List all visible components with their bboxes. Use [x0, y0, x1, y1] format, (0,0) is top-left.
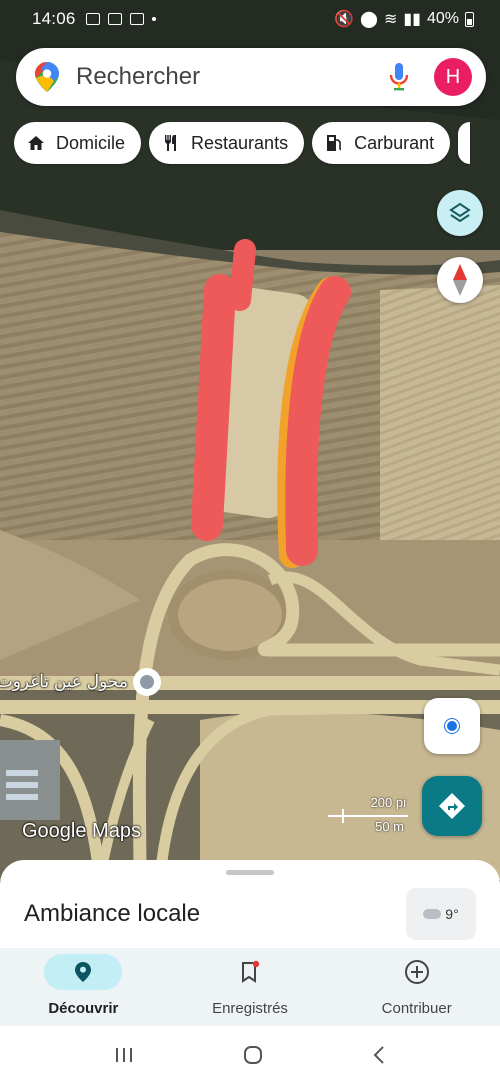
nav-contribute[interactable]: Contribuer [333, 948, 500, 1026]
chip-restaurants[interactable]: Restaurants [149, 122, 305, 164]
status-time: 14:06 [32, 9, 76, 28]
chip-label: Restaurants [191, 132, 289, 153]
nav-pill [211, 954, 289, 990]
sheet-title: Ambiance locale [24, 900, 201, 927]
parking-icon [107, 13, 122, 25]
chip-more[interactable] [458, 122, 471, 164]
more-notifications-icon [151, 17, 156, 21]
location-icon: ⬤ [360, 11, 378, 28]
sheet-drag-handle[interactable] [226, 870, 274, 875]
home-button-icon[interactable] [242, 1044, 264, 1066]
place-marker[interactable] [133, 668, 161, 696]
bottom-sheet[interactable]: Ambiance locale 9° [0, 860, 500, 950]
chip-label: Carburant [354, 132, 435, 153]
mute-icon: 🔇 [334, 11, 355, 28]
fork-knife-icon [165, 135, 177, 151]
location-dot-icon [445, 719, 459, 733]
scale-tick [342, 809, 344, 823]
place-label[interactable]: محول عين تاغروت [0, 672, 128, 692]
map-scale: 200 pi 50 m [328, 793, 408, 839]
gallery-icon [85, 13, 100, 25]
bottom-navigation: Découvrir Enregistrés Contribuer [0, 948, 500, 1026]
nav-label: Enregistrés [212, 1000, 288, 1017]
add-circle-icon [404, 960, 429, 984]
search-bar[interactable]: Rechercher H [16, 48, 486, 106]
layers-button[interactable] [437, 190, 483, 236]
bookmark-icon [242, 960, 260, 983]
status-right: 🔇 ⬤ ≋ ▮▮ 40% [334, 9, 474, 29]
recent-apps-icon[interactable] [113, 1045, 135, 1065]
search-input[interactable]: Rechercher [76, 63, 388, 91]
google-maps-pin-icon [35, 62, 59, 92]
directions-icon [439, 793, 465, 819]
nav-label: Découvrir [48, 1000, 119, 1017]
weather-temp: 9° [445, 906, 459, 922]
chip-label: Domicile [56, 132, 126, 153]
compass-icon [453, 264, 467, 296]
google-maps-attribution: Google Maps [22, 820, 141, 842]
fuel-pump-icon [327, 135, 342, 151]
scale-bar [328, 815, 408, 817]
nav-label: Contribuer [381, 1000, 452, 1017]
category-chips: Domicile Restaurants Carburant [14, 122, 471, 164]
nav-explore[interactable]: Découvrir [0, 948, 167, 1026]
marker-dot-icon [140, 675, 154, 689]
nav-saved[interactable]: Enregistrés [167, 948, 334, 1026]
chip-home[interactable]: Domicile [14, 122, 142, 164]
battery-icon [465, 11, 474, 27]
nav-pill [378, 954, 456, 990]
layers-icon [449, 202, 471, 223]
cloud-icon [423, 909, 442, 919]
scale-imperial: 200 pi [370, 795, 406, 810]
explore-pin-icon [75, 962, 92, 982]
scale-metric: 50 m [375, 819, 404, 834]
status-bar: 14:06 🔇 ⬤ ≋ ▮▮ 40% [0, 0, 500, 38]
system-navigation-bar [0, 1026, 500, 1084]
nav-active-pill [44, 954, 123, 990]
wifi-icon: ≋ [383, 11, 398, 28]
weather-badge[interactable]: 9° [406, 888, 476, 940]
microphone-icon[interactable] [388, 62, 410, 92]
compass-button[interactable] [437, 257, 483, 303]
chip-fuel[interactable]: Carburant [312, 122, 451, 164]
signal-icon: ▮▮ [403, 11, 421, 28]
account-avatar[interactable]: H [434, 58, 472, 96]
home-icon [28, 136, 44, 150]
my-location-button[interactable] [424, 698, 480, 754]
weather-icon [129, 13, 144, 25]
directions-button[interactable] [422, 776, 482, 836]
notification-icons [85, 13, 156, 25]
back-icon[interactable] [371, 1044, 387, 1066]
battery-percent: 40% [426, 10, 459, 27]
